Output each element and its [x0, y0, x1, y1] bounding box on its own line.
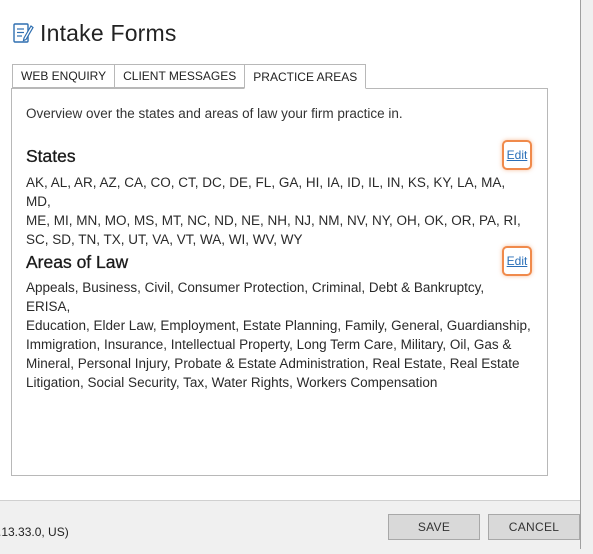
cancel-button[interactable]: CANCEL [488, 514, 580, 540]
practice-areas-panel: Overview over the states and areas of la… [11, 88, 548, 476]
states-line: SC, SD, TN, TX, UT, VA, VT, WA, WI, WV, … [26, 232, 303, 247]
areas-line: Mineral, Personal Injury, Probate & Esta… [26, 356, 520, 371]
scrollbar-corner [560, 482, 567, 489]
tab-client-messages[interactable]: CLIENT MESSAGES [114, 64, 245, 88]
header: Intake Forms [12, 18, 177, 48]
tab-practice-areas[interactable]: PRACTICE AREAS [244, 64, 367, 89]
page-title: Intake Forms [40, 19, 177, 46]
save-button[interactable]: SAVE [388, 514, 480, 540]
areas-line: Litigation, Social Security, Tax, Water … [26, 375, 438, 390]
edit-states-button[interactable]: Edit [502, 140, 532, 170]
states-line: ME, MI, MN, MO, MS, MT, NC, ND, NE, NH, … [26, 213, 521, 228]
footer-bar: .13.33.0, US) SAVE CANCEL [0, 500, 580, 549]
states-line: AK, AL, AR, AZ, CA, CO, CT, DC, DE, FL, … [26, 175, 506, 209]
areas-line: Education, Elder Law, Employment, Estate… [26, 318, 531, 333]
states-list: AK, AL, AR, AZ, CA, CO, CT, DC, DE, FL, … [26, 173, 531, 249]
tab-bar: WEB ENQUIRY CLIENT MESSAGES PRACTICE ARE… [12, 64, 367, 89]
edit-areas-button[interactable]: Edit [502, 246, 532, 276]
tab-web-enquiry[interactable]: WEB ENQUIRY [12, 64, 115, 88]
version-text: .13.33.0, US) [0, 525, 69, 539]
intake-forms-window: Intake Forms WEB ENQUIRY CLIENT MESSAGES… [0, 0, 581, 549]
areas-line: Appeals, Business, Civil, Consumer Prote… [26, 280, 485, 314]
areas-of-law-heading: Areas of Law [26, 252, 129, 272]
areas-of-law-list: Appeals, Business, Civil, Consumer Prote… [26, 278, 531, 392]
areas-line: Immigration, Insurance, Intellectual Pro… [26, 337, 512, 352]
form-document-icon [12, 21, 34, 45]
states-heading: States [26, 146, 76, 166]
overview-text: Overview over the states and areas of la… [26, 106, 403, 121]
